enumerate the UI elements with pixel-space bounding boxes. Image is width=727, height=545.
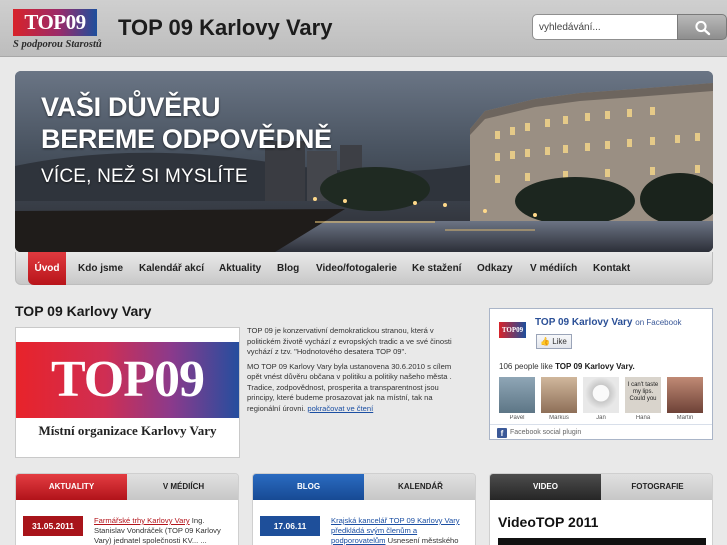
facebook-plugin-label[interactable]: Facebook social plugin	[510, 429, 581, 436]
blog-tabs: BLOG KALENDÁŘ	[253, 474, 475, 500]
nav-item-video-fotogalerie[interactable]: Video/fotogalerie	[316, 252, 397, 285]
top09-logo[interactable]: TOP09 S podporou Starostů	[13, 9, 102, 52]
nav-item-odkazy[interactable]: Odkazy	[477, 252, 513, 285]
tab-v-mediich[interactable]: V MÉDIÍCH	[127, 474, 238, 500]
fan-name[interactable]: Pavel	[499, 415, 535, 420]
intro-paragraph-2: MO TOP 09 Karlovy Vary byla ustanovena 3…	[247, 362, 463, 415]
video-box: VIDEO FOTOGRAFIE VideoTOP 2011	[489, 473, 713, 545]
news-item: Farmářské trhy Karlovy Vary Ing. Stanisl…	[94, 516, 236, 545]
like-label: Like	[552, 337, 567, 346]
logo-tagline: S podporou Starostů	[13, 39, 102, 50]
blog-item-text: Usnesení městského	[387, 536, 459, 545]
nav-item-ke-stazeni[interactable]: Ke stažení	[412, 252, 461, 285]
fan-avatar-caption: I can't taste my lips. Could you	[627, 382, 659, 402]
nav-item-aktuality[interactable]: Aktuality	[219, 252, 261, 285]
intro-text: TOP 09 je konzervativní demokratickou st…	[247, 326, 463, 418]
nav-item-blog[interactable]: Blog	[277, 252, 299, 285]
page-title: TOP 09 Karlovy Vary	[15, 303, 152, 319]
tab-kalendar[interactable]: KALENDÁŘ	[364, 474, 475, 500]
fan-avatar[interactable]	[541, 377, 577, 413]
banner-text: VAŠI DŮVĚRU BEREME ODPOVĚDNĚ VÍCE, NEŽ S…	[41, 91, 332, 189]
fan-name[interactable]: Markus	[541, 415, 577, 420]
video-tabs: VIDEO FOTOGRAFIE	[490, 474, 712, 500]
nav-item-kdo-jsme[interactable]: Kdo jsme	[78, 252, 123, 285]
facebook-like-count: 106 people like TOP 09 Karlovy Vary.	[499, 362, 635, 371]
fan-avatar[interactable]: I can't taste my lips. Could you	[625, 377, 661, 413]
fan-name[interactable]: Hana	[625, 415, 661, 420]
facebook-like-box: TOP09 TOP 09 Karlovy Vary on Facebook 👍 …	[489, 308, 713, 440]
main-nav: Úvod Kdo jsme Kalendář akcí Aktuality Bl…	[15, 252, 713, 285]
search-input[interactable]	[532, 14, 680, 40]
news-item-link[interactable]: Farmářské trhy Karlovy Vary	[94, 516, 190, 525]
banner-headline-2: BEREME ODPOVĚDNĚ	[41, 124, 332, 154]
nav-item-kalendar-akci[interactable]: Kalendář akcí	[139, 252, 204, 285]
site-title: TOP 09 Karlovy Vary	[118, 15, 333, 40]
news-box: AKTUALITY V MÉDIÍCH 31.05.2011 Farmářské…	[15, 473, 239, 545]
facebook-icon: f	[497, 428, 507, 438]
tab-aktuality[interactable]: AKTUALITY	[16, 474, 127, 500]
org-logo-text: TOP09	[51, 351, 205, 408]
read-more-link[interactable]: pokračovat ve čtení	[307, 404, 373, 413]
fan-name[interactable]: Jan	[583, 415, 619, 420]
tab-video[interactable]: VIDEO	[490, 474, 601, 500]
organization-logo-image: TOP09 Místní organizace Karlovy Vary	[15, 327, 240, 458]
tab-fotografie[interactable]: FOTOGRAFIE	[601, 474, 712, 500]
on-facebook-label: on Facebook	[635, 318, 682, 327]
nav-item-kontakt[interactable]: Kontakt	[593, 252, 630, 285]
blog-box: BLOG KALENDÁŘ 17.06.11 Krajská kancelář …	[252, 473, 476, 545]
facebook-fans-row: I can't taste my lips. Could you Pavel M…	[499, 377, 711, 420]
fan-avatar[interactable]	[583, 377, 619, 413]
video-title: VideoTOP 2011	[498, 514, 599, 530]
video-player[interactable]	[498, 538, 706, 545]
news-date: 31.05.2011	[23, 516, 83, 536]
fan-name[interactable]: Martin	[667, 415, 703, 420]
thumbs-up-icon: 👍	[540, 337, 550, 346]
facebook-plugin-footer: f Facebook social plugin	[490, 424, 712, 440]
blog-date: 17.06.11	[260, 516, 320, 536]
fan-avatar[interactable]	[499, 377, 535, 413]
banner-headline-1: VAŠI DŮVĚRU	[41, 92, 221, 122]
search-icon	[695, 20, 711, 36]
logo-mark: TOP09	[13, 9, 97, 36]
top-bar: TOP09 S podporou Starostů TOP 09 Karlovy…	[0, 0, 727, 57]
facebook-page-avatar[interactable]: TOP09	[499, 322, 526, 338]
like-count-page-name: TOP 09 Karlovy Vary.	[555, 362, 635, 371]
tab-blog[interactable]: BLOG	[253, 474, 364, 500]
blog-item: Krajská kancelář TOP 09 Karlovy Vary pře…	[331, 516, 473, 545]
banner-subline: VÍCE, NEŽ SI MYSLÍTE	[41, 166, 248, 187]
nav-item-uvod[interactable]: Úvod	[28, 252, 66, 285]
facebook-page-link[interactable]: TOP 09 Karlovy Vary	[535, 317, 632, 328]
nav-item-v-mediich[interactable]: V médiích	[530, 252, 577, 285]
fan-avatar[interactable]	[667, 377, 703, 413]
facebook-like-button[interactable]: 👍 Like	[536, 334, 572, 349]
search-button[interactable]	[677, 14, 727, 40]
org-caption: Místní organizace Karlovy Vary	[38, 423, 217, 438]
search-form	[532, 14, 727, 40]
like-count-text: 106 people like	[499, 362, 553, 371]
intro-paragraph-1: TOP 09 je konzervativní demokratickou st…	[247, 326, 452, 356]
hero-banner: VAŠI DŮVĚRU BEREME ODPOVĚDNĚ VÍCE, NEŽ S…	[15, 71, 713, 252]
facebook-page-title: TOP 09 Karlovy Vary on Facebook	[535, 317, 682, 328]
news-tabs: AKTUALITY V MÉDIÍCH	[16, 474, 238, 500]
